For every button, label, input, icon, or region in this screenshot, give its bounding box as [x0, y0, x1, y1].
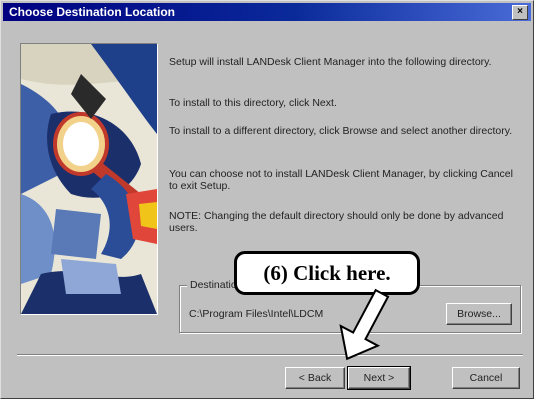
- window-title: Choose Destination Location: [9, 5, 176, 19]
- button-separator: [17, 354, 523, 356]
- intro-text: Setup will install LANDesk Client Manage…: [169, 56, 492, 68]
- artwork-illustration: [21, 44, 157, 314]
- browse-button[interactable]: Browse...: [446, 303, 512, 325]
- close-button[interactable]: ×: [512, 5, 528, 20]
- cancel-instruction-text: You can choose not to install LANDesk Cl…: [169, 168, 513, 192]
- note-text: NOTE: Changing the default directory sho…: [169, 210, 504, 234]
- next-instruction-text: To install to this directory, click Next…: [169, 97, 337, 109]
- browse-instruction-text: To install to a different directory, cli…: [169, 125, 513, 137]
- next-button[interactable]: Next >: [347, 366, 411, 390]
- cancel-button[interactable]: Cancel: [452, 367, 520, 389]
- title-bar[interactable]: Choose Destination Location ×: [3, 3, 531, 21]
- setup-artwork: [20, 43, 158, 315]
- pointer-arrow-icon: [339, 288, 390, 361]
- setup-dialog: Choose Destination Location × Setup will…: [0, 0, 534, 399]
- back-button[interactable]: < Back: [285, 367, 345, 389]
- destination-path: C:\Program Files\Intel\LDCM: [189, 308, 324, 320]
- close-icon: ×: [517, 6, 523, 17]
